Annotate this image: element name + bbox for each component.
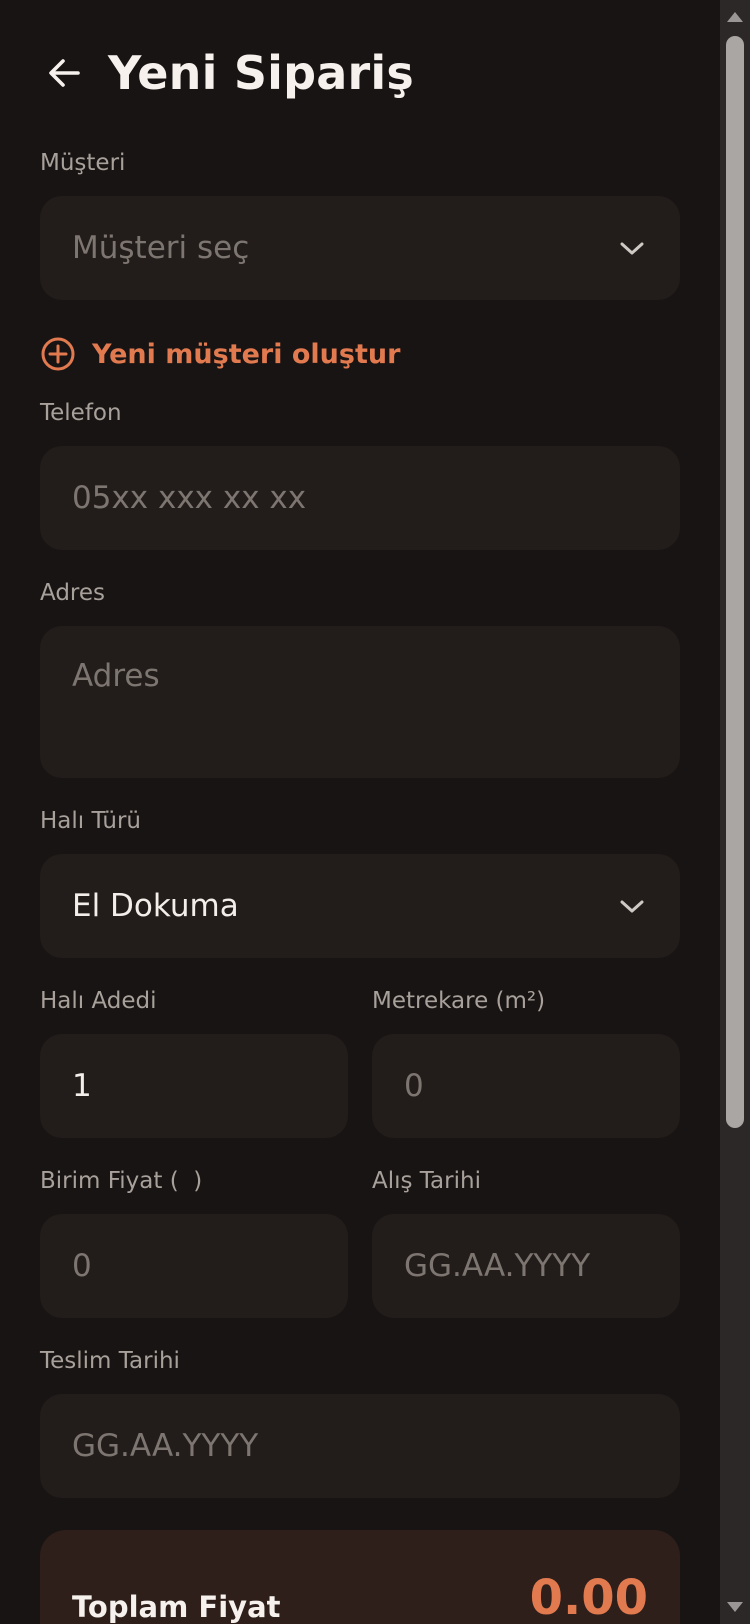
address-input[interactable]: Adres — [40, 626, 680, 778]
phone-label: Telefon — [40, 400, 122, 426]
carpet-count-label: Halı Adedi — [40, 988, 157, 1014]
scroll-down-arrow-icon[interactable] — [727, 1602, 743, 1612]
page-title: Yeni Sipariş — [108, 46, 414, 100]
pickup-date-label: Alış Tarihi — [372, 1168, 481, 1194]
scroll-up-arrow-icon[interactable] — [727, 12, 743, 22]
carpet-count-value: 1 — [72, 1068, 92, 1104]
unit-price-placeholder: 0 — [72, 1248, 92, 1284]
new-order-screen: Yeni Sipariş Müşteri Müşteri seç Yeni mü… — [0, 0, 750, 1624]
plus-circle-icon — [41, 337, 75, 371]
carpet-type-value: El Dokuma — [72, 888, 239, 924]
customer-select[interactable]: Müşteri seç — [40, 196, 680, 300]
carpet-type-select[interactable]: El Dokuma — [40, 854, 680, 958]
address-placeholder: Adres — [72, 658, 160, 694]
pickup-date-input[interactable]: GG.AA.YYYY — [372, 1214, 680, 1318]
unit-price-input[interactable]: 0 — [40, 1214, 348, 1318]
carpet-type-label: Halı Türü — [40, 808, 141, 834]
total-price-card: Toplam Fiyat 0.00 — [40, 1530, 680, 1624]
delivery-date-input[interactable]: GG.AA.YYYY — [40, 1394, 680, 1498]
total-price-label: Toplam Fiyat — [72, 1590, 281, 1624]
carpet-count-input[interactable]: 1 — [40, 1034, 348, 1138]
header: Yeni Sipariş — [40, 40, 414, 106]
delivery-date-placeholder: GG.AA.YYYY — [72, 1428, 259, 1464]
create-customer-label: Yeni müşteri oluştur — [92, 338, 401, 370]
scrollbar[interactable] — [720, 0, 750, 1624]
unit-price-label: Birim Fiyat ( ) — [40, 1168, 203, 1194]
back-button[interactable] — [40, 49, 88, 97]
chevron-down-icon — [620, 242, 644, 255]
address-label: Adres — [40, 580, 106, 606]
area-input[interactable]: 0 — [372, 1034, 680, 1138]
scrollbar-thumb[interactable] — [726, 36, 744, 1128]
area-label: Metrekare (m²) — [372, 988, 546, 1014]
total-price-value: 0.00 — [529, 1570, 648, 1624]
chevron-down-icon — [620, 900, 644, 913]
pickup-date-placeholder: GG.AA.YYYY — [404, 1248, 591, 1284]
customer-placeholder: Müşteri seç — [72, 230, 250, 266]
customer-label: Müşteri — [40, 150, 126, 176]
form-content: Yeni Sipariş Müşteri Müşteri seç Yeni mü… — [0, 0, 720, 1624]
area-placeholder: 0 — [404, 1068, 424, 1104]
arrow-left-icon — [49, 59, 80, 87]
create-customer-button[interactable]: Yeni müşteri oluştur — [40, 334, 400, 374]
phone-placeholder: 05xx xxx xx xx — [72, 480, 307, 516]
phone-input[interactable]: 05xx xxx xx xx — [40, 446, 680, 550]
delivery-date-label: Teslim Tarihi — [40, 1348, 180, 1374]
